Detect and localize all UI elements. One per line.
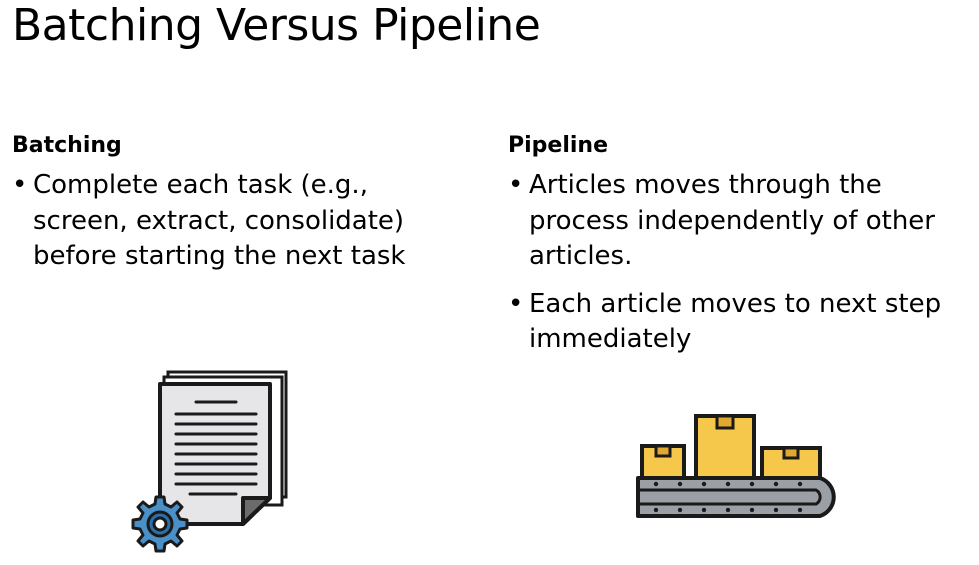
bullet-text: Complete each task (e.g., screen, extrac… (33, 170, 406, 271)
bullet-dot: • (12, 170, 28, 200)
pipeline-bullet-list: • Articles moves through the process ind… (508, 168, 978, 358)
conveyor-belt-boxes-icon (636, 414, 836, 518)
bullet-item: • Each article moves to next step immedi… (508, 287, 978, 358)
slide-title: Batching Versus Pipeline (12, 0, 541, 51)
documents-gear-icon (131, 370, 288, 553)
slide: Batching Versus Pipeline Batching • Comp… (0, 0, 979, 565)
bullet-text: Each article moves to next step immediat… (529, 288, 942, 355)
bullet-item: • Articles moves through the process ind… (508, 168, 978, 275)
pipeline-heading: Pipeline (508, 133, 608, 158)
bullet-dot: • (508, 288, 524, 319)
batching-heading: Batching (12, 133, 122, 158)
batching-column: Batching • Complete each task (e.g., scr… (12, 130, 482, 287)
bullet-item: • Complete each task (e.g., screen, extr… (12, 168, 482, 275)
batching-bullet-list: • Complete each task (e.g., screen, extr… (12, 168, 482, 275)
bullet-text: Articles moves through the process indep… (529, 170, 935, 271)
pipeline-column: Pipeline • Articles moves through the pr… (508, 130, 978, 370)
bullet-dot: • (508, 170, 524, 200)
